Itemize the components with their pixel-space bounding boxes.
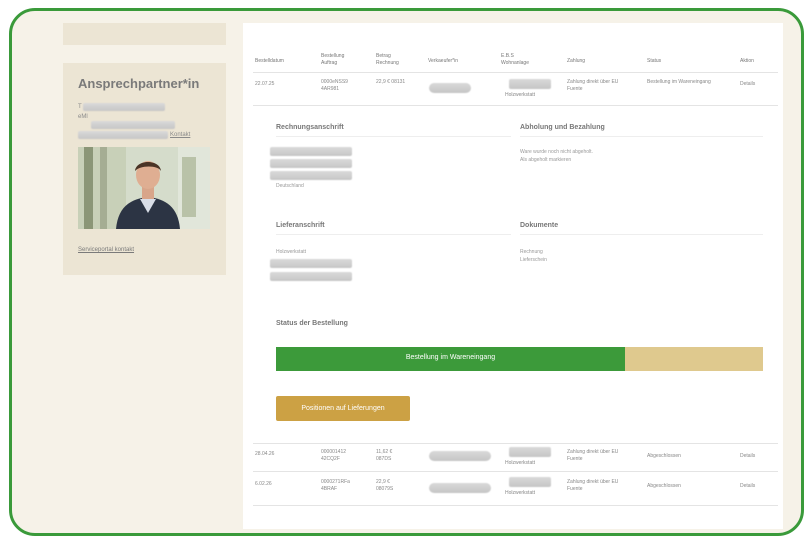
- row2-payment: Zahlung direkt über EU Fuente: [567, 449, 619, 462]
- contact-link[interactable]: Kontakt: [170, 132, 190, 138]
- row2-location-redacted: [509, 447, 551, 457]
- document-delivery-note-link[interactable]: Lieferschein: [520, 257, 547, 264]
- row1-location: Holzwerkstatt: [505, 92, 536, 98]
- row1-amount: 22,9 € 08131: [376, 79, 406, 85]
- th-seller: Verkaeufer*in: [428, 58, 459, 64]
- row1-order: 0000eNSS9 4AR981: [321, 79, 348, 92]
- row2-top-divider: [253, 443, 778, 444]
- row2-divider: [253, 471, 778, 472]
- pickup-status-text: Ware wurde noch nicht abgeholt.: [520, 149, 593, 155]
- billing-line3-redacted: [270, 171, 352, 180]
- delivery-line1-redacted: [270, 259, 352, 268]
- th-status: Status: [647, 58, 662, 64]
- row1-payment: Zahlung direkt über EU Fuente: [567, 79, 619, 92]
- row2-order: 000001412 42CQ2F: [321, 449, 347, 462]
- th-location: E.B.S Wohnanlage: [501, 53, 529, 66]
- row2-details-link[interactable]: Details: [740, 453, 755, 460]
- th-order: Bestellung Auftrag: [321, 53, 345, 66]
- th-amount: Betrag Rechnung: [376, 53, 399, 66]
- documents-title: Dokumente: [520, 222, 559, 229]
- th-payment: Zahlung: [567, 58, 586, 64]
- contact-title: Ansprechpartner*in: [78, 76, 200, 91]
- document-invoice-link[interactable]: Rechnung: [520, 249, 543, 256]
- row1-location-redacted: [509, 79, 551, 89]
- row3-seller-redacted: [429, 483, 491, 493]
- row2-amount: 11,62 € 087DS: [376, 449, 393, 462]
- delivery-title: Lieferanschrift: [276, 222, 325, 229]
- contact-email-redacted: [91, 121, 175, 129]
- row3-location-redacted: [509, 477, 551, 487]
- billing-line2-redacted: [270, 159, 352, 168]
- contact-email-label: eMl: [78, 114, 88, 120]
- mark-picked-up-link[interactable]: Als abgeholt markieren: [520, 157, 571, 164]
- row1-divider: [253, 105, 778, 106]
- contact-name-redacted: [78, 131, 168, 139]
- sidebar-top-block: [63, 23, 226, 45]
- delivery-divider: [276, 234, 511, 235]
- billing-country: Deutschland: [276, 183, 304, 189]
- row2-seller-redacted: [429, 451, 491, 461]
- row3-divider: [253, 505, 778, 506]
- status-title: Status der Bestellung: [276, 320, 348, 327]
- row3-status: Abgeschlossen: [647, 483, 681, 489]
- th-date: Bestelldatum: [255, 58, 284, 64]
- contact-photo: [78, 147, 210, 229]
- row3-order: 0000271RFa 4BRAF: [321, 479, 350, 492]
- delivery-company: Holzwerkstatt: [276, 249, 307, 255]
- row3-date: 6.02.26: [255, 481, 272, 487]
- billing-divider: [276, 136, 511, 137]
- row2-location: Holzwerkstatt: [505, 460, 536, 466]
- support-link[interactable]: Serviceportal kontakt: [78, 247, 134, 253]
- row3-location: Holzwerkstatt: [505, 490, 536, 496]
- row3-details-link[interactable]: Details: [740, 483, 755, 490]
- pickup-divider: [520, 136, 763, 137]
- row3-payment: Zahlung direkt über EU Fuente: [567, 479, 619, 492]
- row3-amount: 22,9 € 08079S: [376, 479, 394, 492]
- main-content: Bestelldatum Bestellung Auftrag Betrag R…: [243, 23, 783, 529]
- order-progress-bar: Bestellung im Wareneingang: [276, 347, 763, 371]
- row2-date: 28.04.26: [255, 451, 275, 457]
- header-divider: [253, 72, 778, 73]
- row1-seller-redacted: [429, 83, 471, 93]
- contact-phone-redacted: [83, 103, 165, 111]
- billing-title: Rechnungsanschrift: [276, 124, 344, 131]
- contact-card: Ansprechpartner*in T eMl Kontakt Service…: [63, 63, 226, 275]
- add-positions-button[interactable]: Positionen auf Lieferungen: [276, 396, 410, 421]
- th-action: Aktion: [740, 58, 754, 64]
- order-progress-label: Bestellung im Wareneingang: [405, 354, 496, 361]
- row1-status: Bestellung im Wareneingang: [647, 79, 711, 85]
- row1-date: 22.07.25: [255, 81, 275, 87]
- row2-status: Abgeschlossen: [647, 453, 681, 459]
- pickup-title: Abholung und Bezahlung: [520, 124, 605, 131]
- documents-divider: [520, 234, 763, 235]
- billing-line1-redacted: [270, 147, 352, 156]
- row1-details-link[interactable]: Details: [740, 81, 755, 88]
- contact-phone-label: T: [78, 104, 82, 110]
- app-frame: Ansprechpartner*in T eMl Kontakt Service…: [9, 8, 804, 536]
- delivery-line2-redacted: [270, 272, 352, 281]
